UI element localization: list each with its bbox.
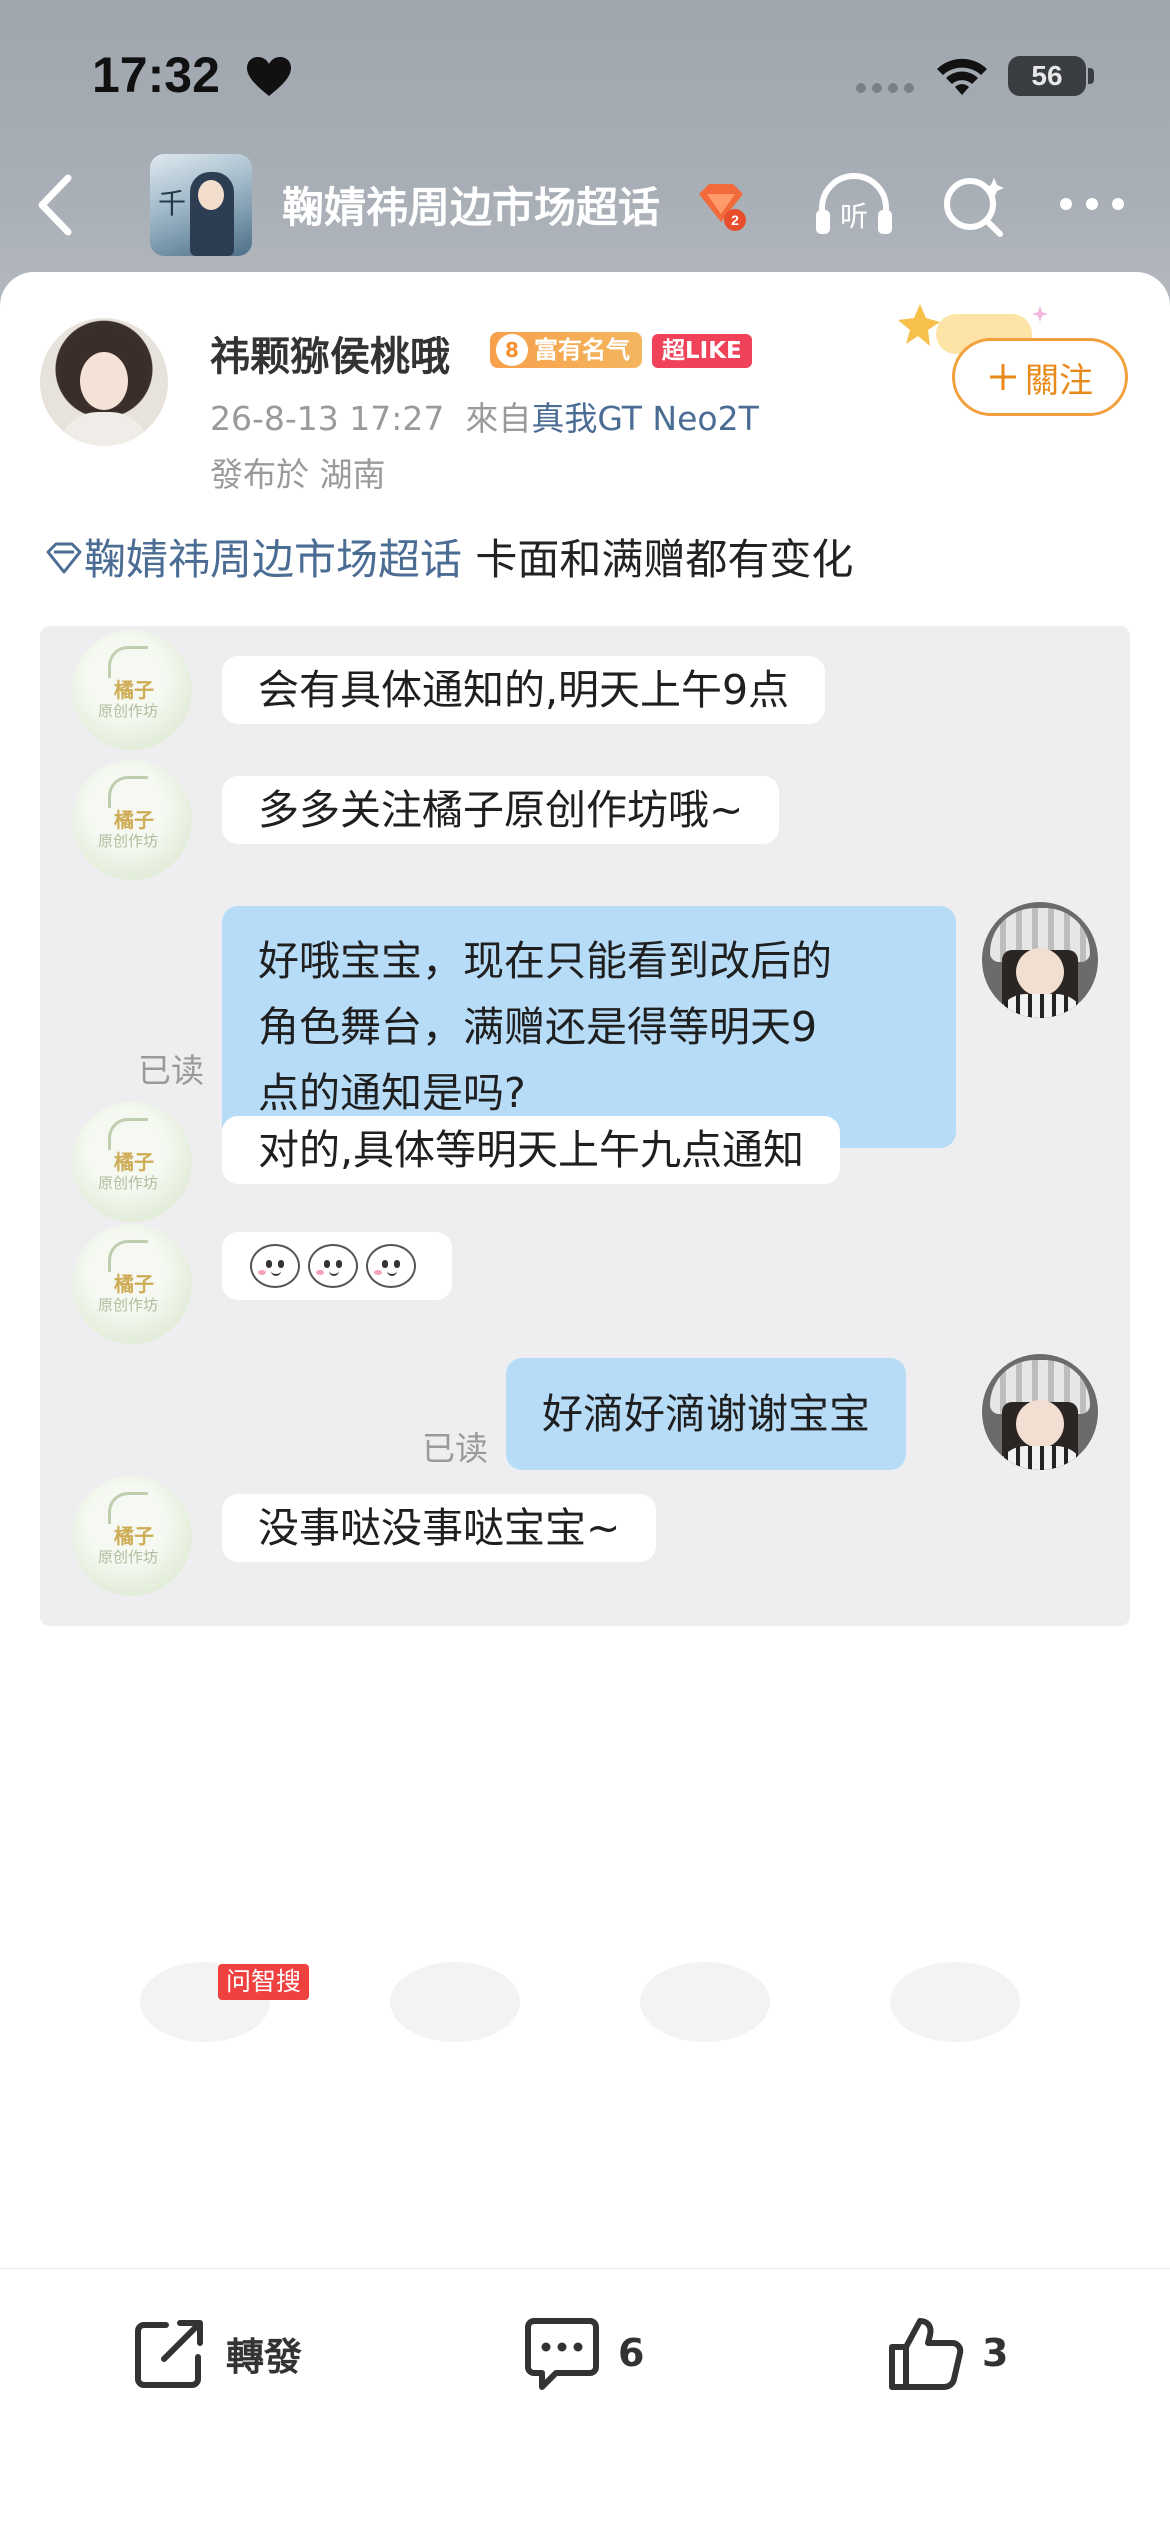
user-avatar bbox=[982, 1354, 1098, 1470]
status-bar: 17:32 56 bbox=[0, 0, 1170, 150]
repost-button[interactable]: 轉發 bbox=[130, 2313, 302, 2393]
post-card: 祎颗猕侯桃哦 8 富有名气 超LIKE 26-8-13 17:27 來自真我GT… bbox=[0, 272, 1170, 2532]
follow-label: 關注 bbox=[1025, 360, 1093, 401]
plus-icon bbox=[990, 364, 1016, 390]
shop-avatar: 橘子 原创作坊 bbox=[72, 630, 192, 750]
smiling-face-emoji-icon bbox=[308, 1244, 358, 1288]
chat-line: 角色舞台，满赠还是得等明天9 bbox=[258, 1003, 818, 1051]
listen-icon[interactable]: 听 bbox=[812, 172, 896, 238]
chat-bubble: 多多关注橘子原创作坊哦~ bbox=[222, 776, 780, 844]
topic-link[interactable]: 鞠婧祎周边市场超话 bbox=[84, 535, 462, 584]
back-icon[interactable] bbox=[30, 172, 80, 238]
repost-label: 轉發 bbox=[226, 2334, 303, 2379]
wifi-icon bbox=[937, 58, 987, 95]
nav-bar: 千 鞠婧祎周边市场超话 2 听 bbox=[0, 150, 1170, 260]
chat-bubble-mine: 好哦宝宝，现在只能看到改后的 角色舞台，满赠还是得等明天9 点的通知是吗? bbox=[222, 906, 956, 1148]
chat-bubble-mine: 好滴好滴谢谢宝宝 bbox=[506, 1358, 906, 1470]
chat-bubble-emoji bbox=[222, 1232, 452, 1300]
author-avatar[interactable] bbox=[40, 318, 168, 446]
bottom-action-bar: 轉發 6 3 bbox=[0, 2268, 1170, 2532]
post-device[interactable]: 真我GT Neo2T bbox=[531, 399, 758, 438]
search-icon[interactable] bbox=[940, 172, 1010, 238]
post-location: 發布於 湖南 bbox=[210, 455, 386, 494]
chat-bubble: 对的,具体等明天上午九点通知 bbox=[222, 1116, 841, 1184]
post-date: 26-8-13 17:27 bbox=[210, 399, 445, 438]
read-receipt: 已读 bbox=[422, 1429, 488, 1468]
svg-text:2: 2 bbox=[731, 212, 739, 228]
svg-text:听: 听 bbox=[840, 200, 868, 233]
chat-bubble: 没事哒没事哒宝宝~ bbox=[222, 1494, 657, 1562]
nav-title[interactable]: 鞠婧祎周边市场超话 bbox=[282, 174, 660, 235]
repost-icon bbox=[135, 2320, 203, 2388]
battery-icon: 56 bbox=[1008, 56, 1086, 96]
shop-avatar: 橘子 原创作坊 bbox=[72, 1476, 192, 1596]
fame-badge: 8 富有名气 bbox=[490, 332, 642, 368]
author-name[interactable]: 祎颗猕侯桃哦 bbox=[210, 324, 450, 382]
user-avatar bbox=[982, 902, 1098, 1018]
like-thumb-icon bbox=[889, 2318, 964, 2390]
follow-button[interactable]: 關注 bbox=[952, 338, 1128, 416]
chat-line: 好哦宝宝，现在只能看到改后的 bbox=[258, 937, 832, 985]
topic-thumbnail[interactable]: 千 bbox=[150, 154, 252, 256]
comment-icon bbox=[525, 2318, 599, 2390]
comment-count: 6 bbox=[618, 2331, 645, 2375]
battery-tip bbox=[1088, 68, 1094, 84]
chat-bubble: 会有具体通知的,明天上午9点 bbox=[222, 656, 826, 724]
shop-avatar: 橘子 原创作坊 bbox=[72, 1102, 192, 1222]
chat-screenshot-image[interactable]: 橘子 原创作坊 会有具体通知的,明天上午9点 橘子 原创作坊 多多关注橘子原创作… bbox=[40, 626, 1130, 1626]
superlike-badge: 超LIKE bbox=[652, 334, 752, 368]
like-count: 3 bbox=[982, 2331, 1009, 2375]
status-time: 17:32 bbox=[92, 47, 220, 103]
shop-avatar: 橘子 原创作坊 bbox=[72, 760, 192, 880]
more-icon[interactable] bbox=[1058, 194, 1126, 214]
post-meta: 26-8-13 17:27 來自真我GT Neo2T bbox=[210, 392, 759, 440]
smiling-face-emoji-icon bbox=[366, 1244, 416, 1288]
comment-button[interactable]: 6 bbox=[522, 2313, 644, 2393]
supertopic-diamond-icon bbox=[46, 542, 82, 574]
signal-icon bbox=[856, 83, 914, 93]
like-button[interactable]: 3 bbox=[886, 2313, 1008, 2393]
level-badge-icon: 2 bbox=[699, 184, 746, 231]
thumb-text: 千 bbox=[158, 187, 187, 220]
fame-label: 富有名气 bbox=[534, 336, 630, 364]
read-receipt: 已读 bbox=[138, 1051, 204, 1090]
shop-avatar: 橘子 原创作坊 bbox=[72, 1224, 192, 1344]
from-label: 來自 bbox=[465, 399, 532, 438]
ask-ai-tag[interactable]: 问智搜 bbox=[218, 1964, 310, 2000]
smiling-face-emoji-icon bbox=[250, 1244, 300, 1288]
heart-icon bbox=[247, 57, 291, 96]
fame-level: 8 bbox=[496, 334, 528, 366]
post-body: 卡面和满赠都有变化 bbox=[475, 535, 854, 584]
post-text: 鞠婧祎周边市场超话 卡面和满赠都有变化 bbox=[44, 526, 853, 587]
recommendation-row-partial bbox=[0, 1962, 1170, 2042]
